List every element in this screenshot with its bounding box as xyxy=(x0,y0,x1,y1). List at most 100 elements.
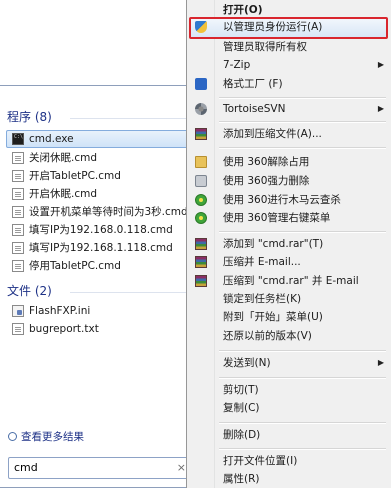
submenu-arrow-icon: ▶ xyxy=(377,104,384,113)
cmd-file-icon xyxy=(12,260,24,272)
files-divider xyxy=(70,292,193,293)
menu-item-pin-start-menu[interactable]: 附到「开始」菜单(U) xyxy=(189,307,388,327)
menu-item-copy[interactable]: 复制(C) xyxy=(189,398,388,418)
menu-item-label: 附到「开始」菜单(U) xyxy=(223,311,323,323)
start-search-input[interactable]: cmd × xyxy=(8,457,192,479)
disk-icon xyxy=(195,175,207,187)
menu-separator xyxy=(219,231,386,233)
menu-item-open-file-location[interactable]: 打开文件位置(I) xyxy=(189,451,388,471)
menu-item-compress-email[interactable]: 压缩并 E-mail... xyxy=(189,252,388,272)
menu-item-label: 添加到 "cmd.rar"(T) xyxy=(223,238,324,250)
submenu-arrow-icon: ▶ xyxy=(377,358,384,367)
menu-item-run-as-admin[interactable]: 以管理员身份运行(A) xyxy=(189,17,388,39)
360-icon xyxy=(195,194,207,206)
program-label: 停用TabletPC.cmd xyxy=(29,260,121,272)
see-more-results-link[interactable]: 查看更多结果 xyxy=(8,429,84,444)
ini-file-icon xyxy=(12,305,24,317)
program-item[interactable]: 填写IP为192.168.1.118.cmd xyxy=(6,239,192,257)
cmd-file-icon xyxy=(12,224,24,236)
menu-item-label: TortoiseSVN xyxy=(223,103,286,115)
program-label: 设置开机菜单等待时间为3秒.cmd xyxy=(29,206,188,218)
menu-item-label: 以管理员身份运行(A) xyxy=(223,21,323,33)
program-item[interactable]: 开启休眠.cmd xyxy=(6,185,192,203)
menu-item-properties[interactable]: 属性(R) xyxy=(189,469,388,489)
menu-item-label: 使用 360强力删除 xyxy=(223,175,310,187)
see-more-label: 查看更多结果 xyxy=(21,431,84,443)
winrar-icon xyxy=(195,256,207,268)
cmd-file-icon xyxy=(12,242,24,254)
program-item[interactable]: 填写IP为192.168.0.118.cmd xyxy=(6,221,192,239)
menu-item-label: 使用 360管理右键菜单 xyxy=(223,212,331,224)
program-label: cmd.exe xyxy=(29,133,74,145)
menu-item-tortoisesvn[interactable]: TortoiseSVN ▶ xyxy=(189,99,388,119)
uac-shield-icon xyxy=(195,21,207,33)
start-menu-panel: 程序 (8) cmd.exe 关闭休眠.cmd 开启TabletPC.cmd 开… xyxy=(0,85,200,488)
winrar-icon xyxy=(195,275,207,287)
menu-item-restore-versions[interactable]: 还原以前的版本(V) xyxy=(189,326,388,346)
winrar-icon xyxy=(195,128,207,140)
menu-separator xyxy=(219,422,386,424)
program-label: 填写IP为192.168.1.118.cmd xyxy=(29,242,173,254)
menu-item-label: 还原以前的版本(V) xyxy=(223,330,312,342)
folder-icon xyxy=(195,156,207,168)
menu-item-label: 发送到(N) xyxy=(223,357,271,369)
search-icon xyxy=(8,432,17,441)
text-file-icon xyxy=(12,323,24,335)
menu-item-cut[interactable]: 剪切(T) xyxy=(189,380,388,400)
program-item[interactable]: 关闭休眠.cmd xyxy=(6,149,192,167)
menu-item-label: 使用 360进行木马云查杀 xyxy=(223,194,341,206)
menu-item-360-manage-menu[interactable]: 使用 360管理右键菜单 xyxy=(189,208,388,228)
file-label: bugreport.txt xyxy=(29,323,99,335)
menu-item-label: 压缩并 E-mail... xyxy=(223,256,301,268)
menu-item-360-trojan-scan[interactable]: 使用 360进行木马云查杀 xyxy=(189,190,388,210)
menu-item-add-to-archive[interactable]: 添加到压缩文件(A)... xyxy=(189,124,388,144)
submenu-arrow-icon: ▶ xyxy=(377,60,384,69)
menu-separator xyxy=(219,121,386,123)
program-label: 开启休眠.cmd xyxy=(29,188,98,200)
cmd-file-icon xyxy=(12,206,24,218)
file-item[interactable]: FlashFXP.ini xyxy=(6,302,192,320)
file-item[interactable]: bugreport.txt xyxy=(6,320,192,338)
menu-item-label: 添加到压缩文件(A)... xyxy=(223,128,322,140)
menu-item-360-force-delete[interactable]: 使用 360强力删除 xyxy=(189,171,388,191)
menu-item-take-ownership[interactable]: 管理员取得所有权 xyxy=(189,37,388,57)
menu-item-label: 打开文件位置(I) xyxy=(223,455,298,467)
program-item-cmd-exe[interactable]: cmd.exe xyxy=(6,130,192,148)
winrar-icon xyxy=(195,238,207,250)
360-icon xyxy=(195,212,207,224)
menu-item-label: 属性(R) xyxy=(223,473,260,485)
programs-group-header: 程序 (8) xyxy=(7,110,52,124)
menu-separator xyxy=(219,377,386,379)
program-item[interactable]: 停用TabletPC.cmd xyxy=(6,257,192,275)
menu-item-label: 管理员取得所有权 xyxy=(223,41,307,53)
program-label: 填写IP为192.168.0.118.cmd xyxy=(29,224,173,236)
clear-search-icon[interactable]: × xyxy=(177,461,186,474)
menu-separator xyxy=(219,350,386,352)
menu-item-label: 压缩到 "cmd.rar" 并 E-mail xyxy=(223,275,359,287)
program-label: 开启TabletPC.cmd xyxy=(29,170,121,182)
menu-item-compress-cmd-rar-email[interactable]: 压缩到 "cmd.rar" 并 E-mail xyxy=(189,271,388,291)
menu-item-label: 格式工厂 (F) xyxy=(223,78,283,90)
menu-item-delete[interactable]: 删除(D) xyxy=(189,425,388,445)
menu-item-7zip[interactable]: 7-Zip ▶ xyxy=(189,55,388,75)
program-item[interactable]: 开启TabletPC.cmd xyxy=(6,167,192,185)
cmd-file-icon xyxy=(12,188,24,200)
menu-item-label: 锁定到任务栏(K) xyxy=(223,293,302,305)
program-label: 关闭休眠.cmd xyxy=(29,152,98,164)
menu-item-label: 删除(D) xyxy=(223,429,261,441)
programs-divider xyxy=(70,118,193,119)
menu-item-format-factory[interactable]: 格式工厂 (F) xyxy=(189,74,388,94)
menu-separator xyxy=(219,147,386,149)
menu-item-pin-taskbar[interactable]: 锁定到任务栏(K) xyxy=(189,289,388,309)
files-group-header: 文件 (2) xyxy=(7,284,52,298)
menu-item-label: 使用 360解除占用 xyxy=(223,156,310,168)
menu-item-send-to[interactable]: 发送到(N) ▶ xyxy=(189,353,388,373)
menu-item-add-to-cmd-rar[interactable]: 添加到 "cmd.rar"(T) xyxy=(189,234,388,254)
menu-item-360-unlock[interactable]: 使用 360解除占用 xyxy=(189,152,388,172)
cmd-icon xyxy=(12,133,24,145)
program-item[interactable]: 设置开机菜单等待时间为3秒.cmd xyxy=(6,203,192,221)
menu-item-label: 7-Zip xyxy=(223,59,251,71)
menu-item-label: 剪切(T) xyxy=(223,384,259,396)
menu-item-label: 复制(C) xyxy=(223,402,260,414)
menu-separator xyxy=(219,448,386,450)
